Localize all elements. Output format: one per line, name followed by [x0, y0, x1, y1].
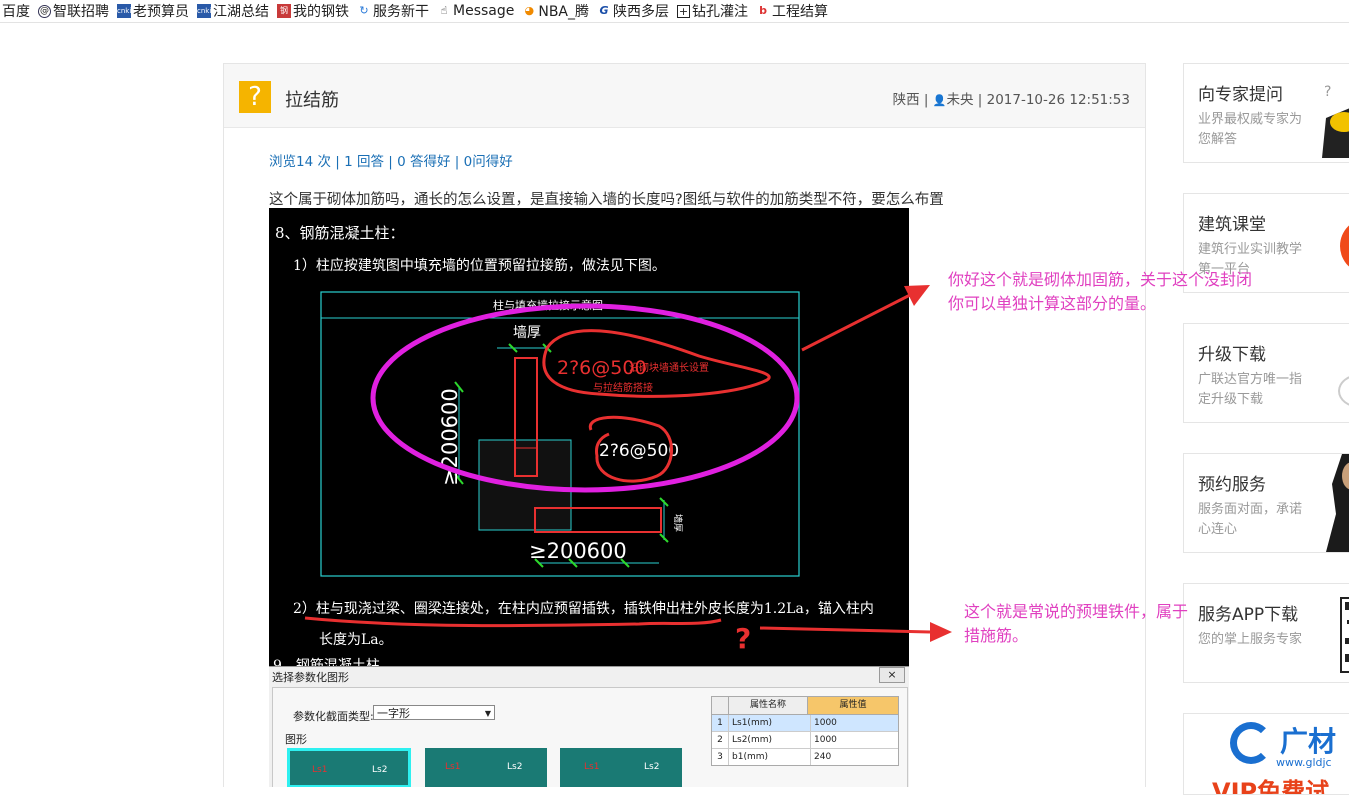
bookmark-baidu[interactable]: 🐾百度: [0, 1, 30, 21]
table-row[interactable]: 2 Ls2(mm) 1000: [712, 732, 898, 749]
sidebar-ask-expert[interactable]: 向专家提问 业界最权威专家为您解答 ?: [1183, 63, 1349, 163]
highlight-ellipse: [370, 303, 800, 493]
dialog-close-button[interactable]: ×: [879, 667, 905, 683]
cad-rebar2: 2?6@500: [599, 441, 679, 461]
cad-wall-label: 墙厚: [672, 514, 684, 532]
bookmarks-bar: 🐾百度 @智联招聘 cnki老预算员 cnki江湖总结 钢我的钢铁 ↻服务新干 …: [0, 0, 1349, 23]
sidebar-guangcai-banner[interactable]: 广材 www.gldjc VIP免费试: [1183, 713, 1349, 795]
person-icon: [1326, 454, 1349, 552]
cad-dim-horizontal: ≥200600: [529, 539, 627, 563]
b-icon: b: [759, 4, 767, 17]
table-header-name: 属性名称: [728, 697, 807, 714]
region[interactable]: 陕西: [893, 92, 920, 108]
cad-wall-thickness: 墙厚: [513, 325, 541, 341]
username[interactable]: 未央: [946, 92, 973, 108]
banner-url: www.gldjc: [1276, 756, 1332, 769]
bookmark-laoyusuan[interactable]: cnki 老预算员: [117, 1, 189, 21]
question-text: 这个属于砌体加筋吗，通长的怎么设置，是直接输入墙的长度吗?图纸与软件的加筋类型不…: [269, 192, 944, 208]
cad-rebar1-b: 沿砌块墙通长设置: [629, 361, 709, 374]
annotation-note-1: 你好这个就是砌体加固筋，关于这个没封闭 你可以单独计算这部分的量。: [948, 270, 1253, 313]
cad-item3: 9、钢筋混凝土柱: [273, 657, 380, 666]
class-icon: [1340, 218, 1349, 274]
table-row[interactable]: 1 Ls1(mm) 1000: [712, 715, 898, 732]
bookmark-message[interactable]: ☝ Message: [437, 3, 515, 19]
download-icon: [1338, 374, 1349, 408]
banner-promo: VIP免费试: [1212, 778, 1330, 795]
sidebar-book-service[interactable]: 预约服务 服务面对面，承诺心连心: [1183, 453, 1349, 553]
bookmark-zhilian[interactable]: @ 智联招聘: [38, 1, 109, 21]
chevron-down-icon: ▼: [484, 709, 491, 718]
section-type-label: 参数化截面类型:: [293, 710, 374, 723]
cad-item1: 1）柱应按建筑图中填充墙的位置预留拉接筋，做法见下图。: [293, 257, 666, 274]
refresh-icon: ↻: [359, 4, 369, 17]
svg-text:?: ?: [1324, 84, 1331, 100]
question-mark-annotation: ?: [735, 622, 751, 655]
bookmark-jiesuan[interactable]: b 工程结算: [756, 1, 828, 21]
question-stats: 浏览14 次 | 1 回答 | 0 答得好 | 0问得好: [269, 154, 513, 170]
banner-brand: 广材: [1280, 725, 1337, 758]
bookmark-fuwu[interactable]: ↻ 服务新干: [357, 1, 429, 21]
bookmark-zuankong[interactable]: + 钻孔灌注: [677, 1, 748, 21]
question-mark-icon: ?: [239, 81, 271, 113]
g-icon: G: [599, 4, 609, 17]
bookmark-shaanxi[interactable]: G 陕西多层: [597, 1, 670, 21]
table-header: 属性名称 属性值: [712, 697, 898, 715]
dialog-title: 选择参数化图形: [272, 671, 349, 684]
shape-label: 图形: [285, 733, 307, 746]
qr-icon: [1340, 597, 1349, 673]
shape-thumb-2[interactable]: Ls1 Ls2: [425, 748, 547, 787]
expert-icon: ?: [1322, 84, 1349, 158]
shape-thumb-3[interactable]: Ls1 Ls2: [560, 748, 682, 787]
annotation-note-2: 这个就是常说的预埋铁件，属于 措施筋。: [964, 602, 1189, 645]
sidebar-app-download[interactable]: 服务APP下载 您的掌上服务专家: [1183, 583, 1349, 683]
underline-mark: [304, 616, 722, 628]
dialog-body: 参数化截面类型: 一字形 ▼ 图形 Ls1 Ls2 Ls1 Ls2 Ls1 Ls…: [272, 687, 908, 787]
software-dialog-image: 选择参数化图形 × 参数化截面类型: 一字形 ▼ 图形 Ls1 Ls2 Ls1 …: [269, 666, 909, 787]
site-icon: 钢: [277, 4, 291, 18]
question-title: 拉结筋: [285, 90, 339, 111]
cad-item2-b: 长度为La。: [319, 632, 393, 648]
bookmark-nba[interactable]: ◕ NBA_腾: [522, 1, 589, 21]
cad-drawing-svg: 8、钢筋混凝土柱： 1）柱应按建筑图中填充墙的位置预留拉接筋，做法见下图。 柱与…: [273, 224, 874, 666]
cad-item2-a: 2）柱与现浇过梁、圈梁连接处，在柱内应预留插铁，插铁伸出柱外皮长度为1.2La，…: [293, 600, 874, 617]
shape-thumb-1[interactable]: Ls1 Ls2: [287, 748, 411, 787]
user-icon: 👤: [932, 94, 947, 107]
plus-icon: +: [677, 4, 691, 18]
table-row[interactable]: 3 b1(mm) 240: [712, 749, 898, 765]
tencent-icon: ◕: [524, 4, 535, 17]
g-logo-icon: [1230, 722, 1272, 764]
site-icon: cnki: [197, 4, 211, 18]
question-meta: 陕西 | 👤未央 | 2017-10-26 12:51:53: [892, 92, 1130, 108]
cad-drawing-image: 8、钢筋混凝土柱： 1）柱应按建筑图中填充墙的位置预留拉接筋，做法见下图。 柱与…: [269, 208, 909, 666]
property-table: 属性名称 属性值 1 Ls1(mm) 1000 2 Ls2(mm) 1000 3…: [711, 696, 899, 766]
hand-icon: ☝: [440, 4, 448, 17]
question-header: ? 拉结筋 陕西 | 👤未央 | 2017-10-26 12:51:53: [224, 64, 1145, 128]
section-type-select[interactable]: 一字形 ▼: [373, 705, 495, 720]
bookmark-gangtie[interactable]: 钢我的钢铁: [277, 1, 349, 21]
sidebar-upgrade-download[interactable]: 升级下载 广联达官方唯一指定升级下载: [1183, 323, 1349, 423]
globe-icon: @: [38, 4, 51, 18]
datetime: 2017-10-26 12:51:53: [986, 92, 1130, 108]
cad-rebar1-c: 与拉结筋搭接: [593, 381, 653, 394]
bookmark-jianghu[interactable]: cnki 江湖总结: [197, 1, 269, 21]
cad-heading: 8、钢筋混凝土柱：: [275, 224, 405, 242]
site-icon: cnki: [117, 4, 131, 18]
table-header-value: 属性值: [807, 697, 898, 714]
